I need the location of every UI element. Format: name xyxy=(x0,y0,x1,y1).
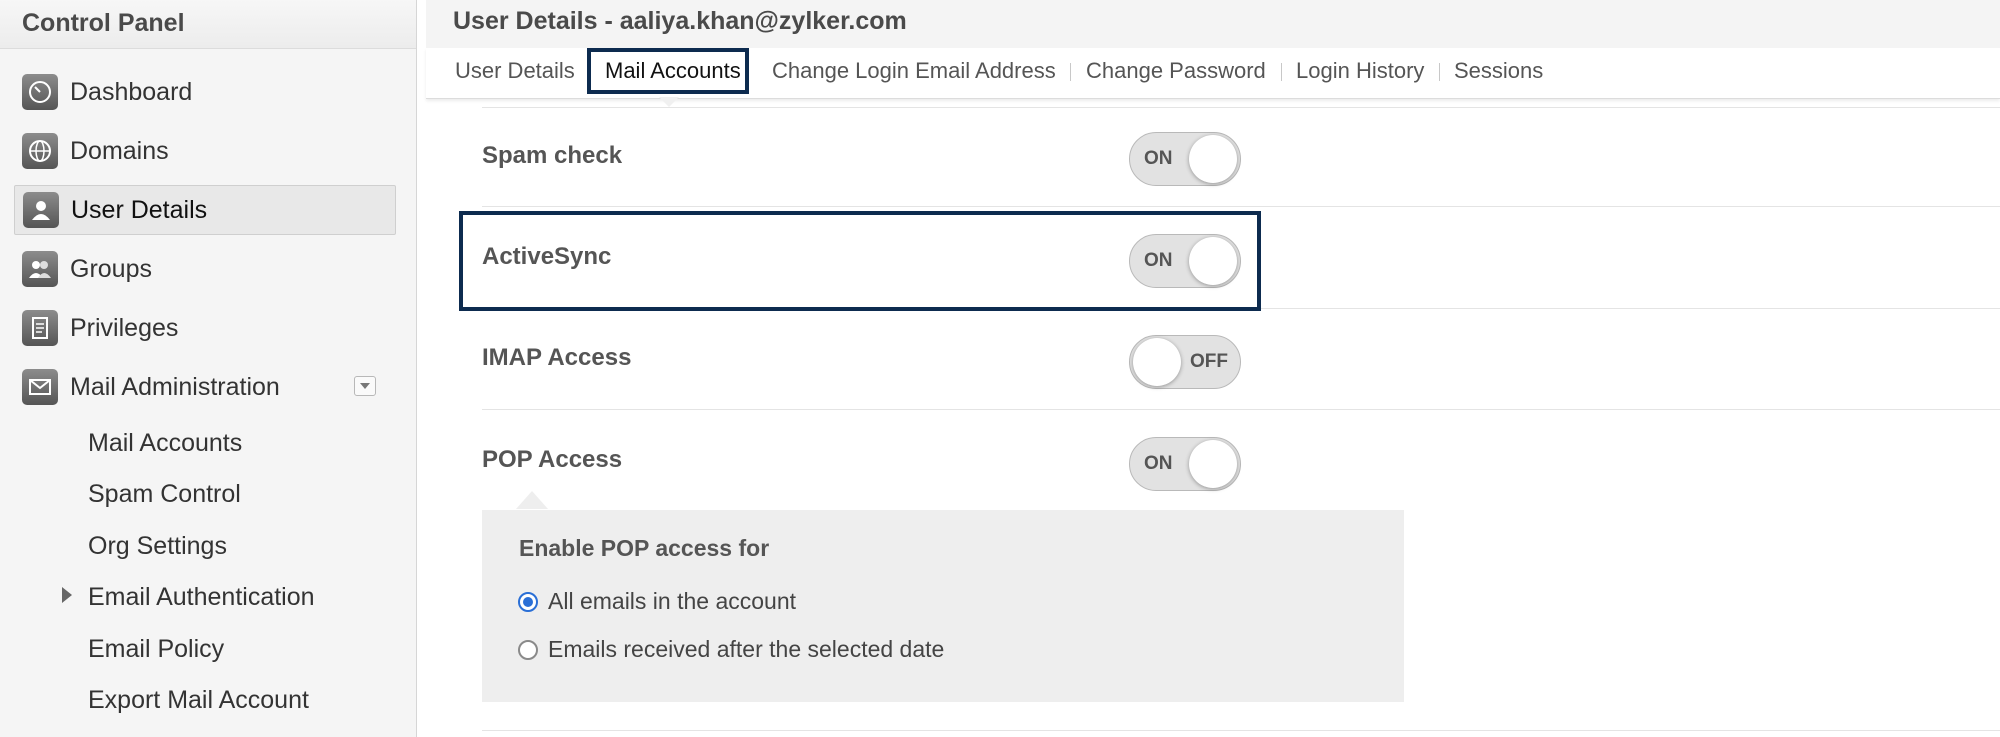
radio-label: All emails in the account xyxy=(548,588,797,614)
group-icon xyxy=(22,251,58,287)
pop-access-toggle[interactable]: ON xyxy=(1129,437,1241,491)
setting-label-pop-access: POP Access xyxy=(482,446,623,473)
toggle-state-text: ON xyxy=(1144,250,1173,271)
dashboard-icon xyxy=(22,74,58,110)
caret-right-icon[interactable] xyxy=(62,587,72,603)
tab-user-details[interactable]: User Details xyxy=(455,58,575,84)
spam-check-toggle[interactable]: ON xyxy=(1129,132,1241,186)
divider xyxy=(482,206,2000,207)
sidebar-item-label: Groups xyxy=(70,254,152,283)
mail-icon xyxy=(22,369,58,405)
pop-option-all-emails[interactable]: All emails in the account xyxy=(518,588,796,615)
sidebar-item-mail-administration[interactable]: Mail Administration xyxy=(14,362,396,412)
toggle-state-text: OFF xyxy=(1190,351,1228,372)
setting-label-activesync: ActiveSync xyxy=(482,243,612,270)
toggle-knob xyxy=(1189,135,1237,183)
sidebar-item-label: Domains xyxy=(70,136,169,165)
tab-pointer xyxy=(659,97,679,107)
pop-option-after-date[interactable]: Emails received after the selected date xyxy=(518,636,944,663)
tab-change-login-email-address[interactable]: Change Login Email Address xyxy=(772,58,1056,84)
toggle-state-text: ON xyxy=(1144,148,1173,169)
toggle-knob xyxy=(1189,440,1237,488)
divider xyxy=(1261,308,2000,309)
page-title: User Details - aaliya.khan@zylker.com xyxy=(453,7,907,35)
imap-access-toggle[interactable]: OFF xyxy=(1129,335,1241,389)
sidebar-subitem-org-settings[interactable]: Org Settings xyxy=(88,526,227,566)
tab-sessions[interactable]: Sessions xyxy=(1454,58,1543,84)
radio-button-checked[interactable] xyxy=(518,591,538,612)
toggle-knob xyxy=(1189,237,1237,285)
setting-label-imap-access: IMAP Access xyxy=(482,344,632,371)
privileges-icon xyxy=(22,310,58,346)
selected-tab-highlight xyxy=(587,48,749,94)
sidebar-subitem-mail-accounts[interactable]: Mail Accounts xyxy=(88,423,242,463)
page-header: User Details - aaliya.khan@zylker.com xyxy=(426,0,2000,49)
pop-access-options-panel: Enable POP access for All emails in the … xyxy=(482,510,1404,702)
sidebar-item-label: Dashboard xyxy=(70,77,193,106)
sidebar-item-domains[interactable]: Domains xyxy=(14,126,396,176)
sidebar-title: Control Panel xyxy=(0,0,416,49)
radio-button[interactable] xyxy=(518,639,538,660)
toggle-knob xyxy=(1133,338,1181,386)
sidebar-item-privileges[interactable]: Privileges xyxy=(14,303,396,353)
sidebar-item-label: Privileges xyxy=(70,313,179,342)
user-icon xyxy=(23,192,59,228)
tab-separator xyxy=(1281,63,1282,81)
pop-panel-title: Enable POP access for xyxy=(519,535,770,561)
sidebar-item-groups[interactable]: Groups xyxy=(14,244,396,294)
divider xyxy=(482,107,2000,108)
sidebar-item-dashboard[interactable]: Dashboard xyxy=(14,67,396,117)
radio-label: Emails received after the selected date xyxy=(548,636,945,662)
main-content: User Details - aaliya.khan@zylker.com Us… xyxy=(426,0,2000,737)
tab-separator xyxy=(1439,63,1440,81)
pop-panel-pointer xyxy=(516,491,548,509)
chevron-down-icon[interactable] xyxy=(354,376,376,396)
activesync-toggle[interactable]: ON xyxy=(1129,234,1241,288)
tab-login-history[interactable]: Login History xyxy=(1296,58,1424,84)
divider xyxy=(482,409,2000,410)
globe-icon xyxy=(22,133,58,169)
sidebar-item-label: User Details xyxy=(71,195,208,224)
tab-separator xyxy=(1070,63,1071,81)
sidebar-subitem-spam-control[interactable]: Spam Control xyxy=(88,474,241,514)
sidebar-item-label: Mail Administration xyxy=(70,372,280,401)
sidebar-subitem-email-authentication[interactable]: Email Authentication xyxy=(88,577,315,617)
tab-change-password[interactable]: Change Password xyxy=(1086,58,1266,84)
divider xyxy=(482,730,2000,731)
sidebar-subitem-email-policy[interactable]: Email Policy xyxy=(88,629,224,669)
sidebar-item-user-details[interactable]: User Details xyxy=(14,185,396,235)
sidebar: Control Panel Dashboard Domains User Det… xyxy=(0,0,417,737)
setting-label-spam-check: Spam check xyxy=(482,142,623,169)
toggle-state-text: ON xyxy=(1144,453,1173,474)
sidebar-subitem-export-mail-account[interactable]: Export Mail Account xyxy=(88,680,309,720)
